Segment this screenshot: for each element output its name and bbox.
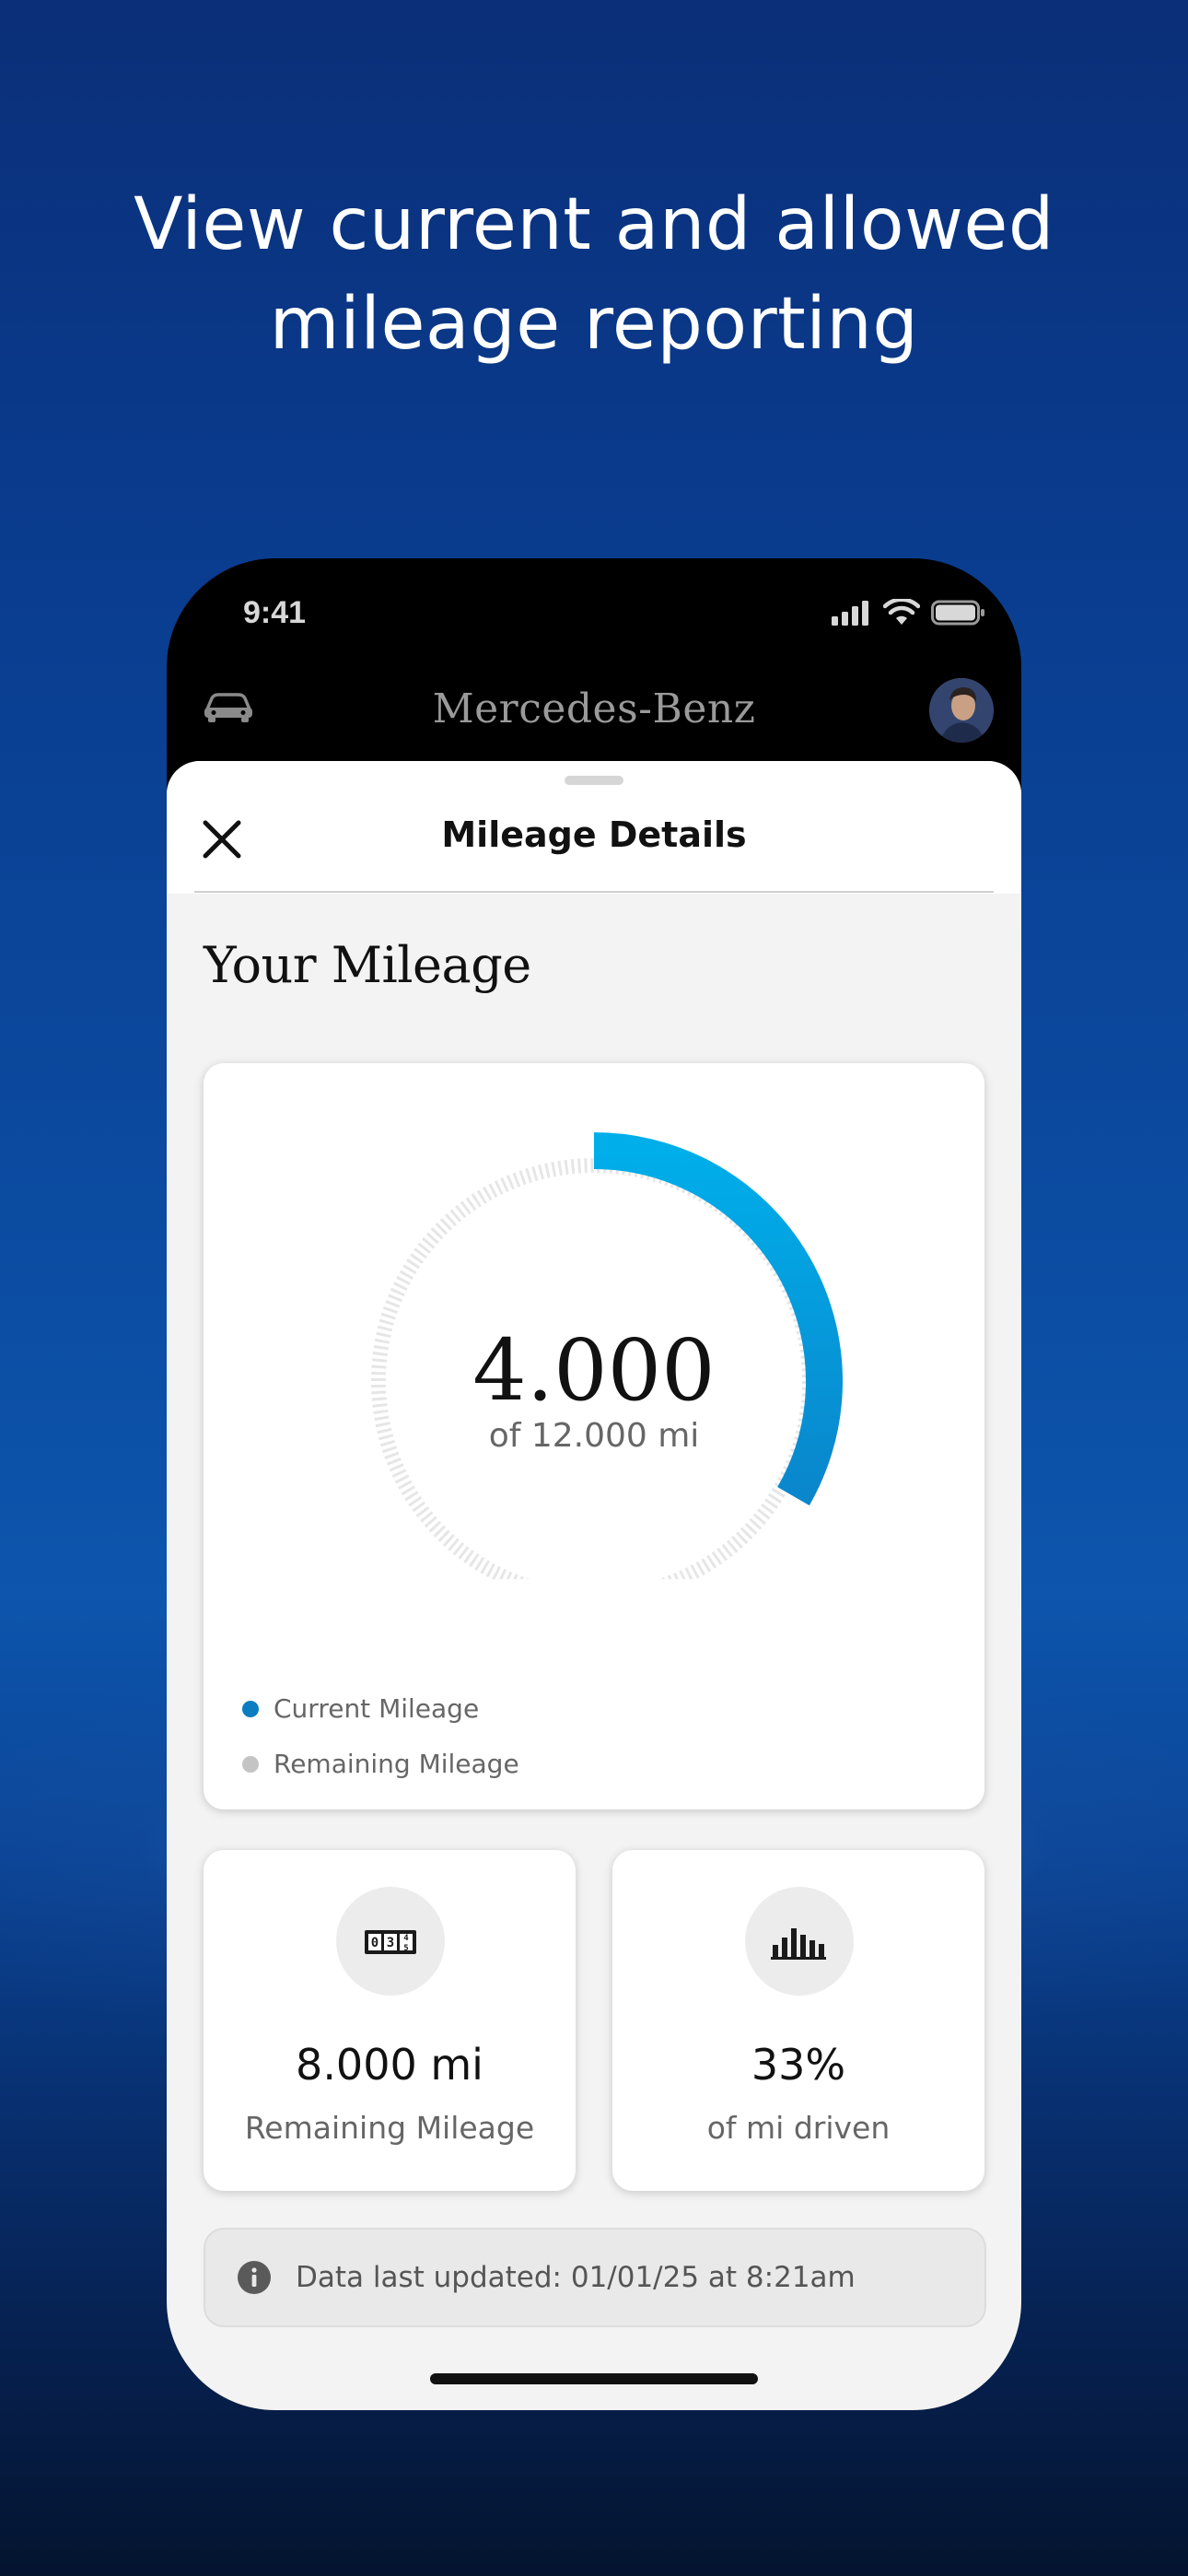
- svg-text:3: 3: [387, 1936, 394, 1950]
- legend-dot-remaining: [242, 1755, 259, 1773]
- legend-label-remaining: Remaining Mileage: [274, 1749, 519, 1779]
- battery-icon: [931, 600, 984, 626]
- data-updated-banner: Data last updated: 01/01/25 at 8:21am: [204, 2228, 986, 2327]
- headline-line-1: View current and allowed: [134, 183, 1054, 266]
- avatar[interactable]: [929, 678, 994, 743]
- remaining-mileage-card: 0 3 4 5 8.000 mi Remaining Mileage: [204, 1850, 576, 2191]
- sheet-title: Mileage Details: [441, 814, 747, 855]
- data-updated-text: Data last updated: 01/01/25 at 8:21am: [296, 2261, 856, 2294]
- current-mileage-value: 4.000: [472, 1321, 716, 1420]
- stat-icon-circle: 0 3 4 5: [336, 1887, 445, 1996]
- sheet-grabber[interactable]: [565, 776, 623, 785]
- status-time: 9:41: [243, 595, 307, 630]
- home-indicator[interactable]: [430, 2373, 758, 2384]
- mileage-gauge-card: 4.000 of 12.000 mi Current Mileage Remai…: [204, 1063, 984, 1809]
- cellular-signal-icon: [832, 601, 868, 626]
- headline-line-2: mileage reporting: [269, 283, 919, 366]
- section-title: Your Mileage: [204, 936, 531, 994]
- marketing-headline: View current and allowed mileage reporti…: [0, 175, 1188, 374]
- mileage-details-sheet: Mileage Details Your Mileage 4.000 of 12…: [167, 761, 1021, 2410]
- avatar-portrait: [929, 678, 994, 743]
- remaining-mileage-label: Remaining Mileage: [244, 2110, 535, 2146]
- bar-chart-icon: [771, 1928, 826, 1960]
- brand-logo-text: Mercedes-Benz: [432, 685, 756, 732]
- percent-driven-card: 33% of mi driven: [612, 1850, 984, 2191]
- svg-text:5: 5: [403, 1944, 408, 1953]
- svg-text:4: 4: [403, 1934, 409, 1943]
- info-icon: [238, 2261, 271, 2294]
- stat-icon-circle: [745, 1887, 854, 1996]
- percent-driven-value: 33%: [751, 2040, 846, 2090]
- legend-remaining-mileage: Remaining Mileage: [242, 1749, 519, 1779]
- remaining-mileage-value: 8.000 mi: [296, 2040, 483, 2090]
- sheet-divider: [194, 891, 994, 893]
- phone-frame: 9:41 Mercedes-Benz Mileage Details Your …: [167, 558, 1021, 2410]
- svg-text:0: 0: [371, 1936, 379, 1950]
- wifi-icon: [883, 599, 920, 625]
- percent-driven-label: of mi driven: [706, 2110, 891, 2146]
- status-icons: [832, 599, 986, 626]
- legend-current-mileage: Current Mileage: [242, 1693, 479, 1724]
- app-header: Mercedes-Benz: [167, 667, 1021, 759]
- allowed-mileage-total: of 12.000 mi: [488, 1417, 700, 1455]
- legend-label-current: Current Mileage: [274, 1693, 480, 1724]
- legend-dot-current: [242, 1700, 259, 1717]
- odometer-icon: 0 3 4 5: [365, 1930, 416, 1954]
